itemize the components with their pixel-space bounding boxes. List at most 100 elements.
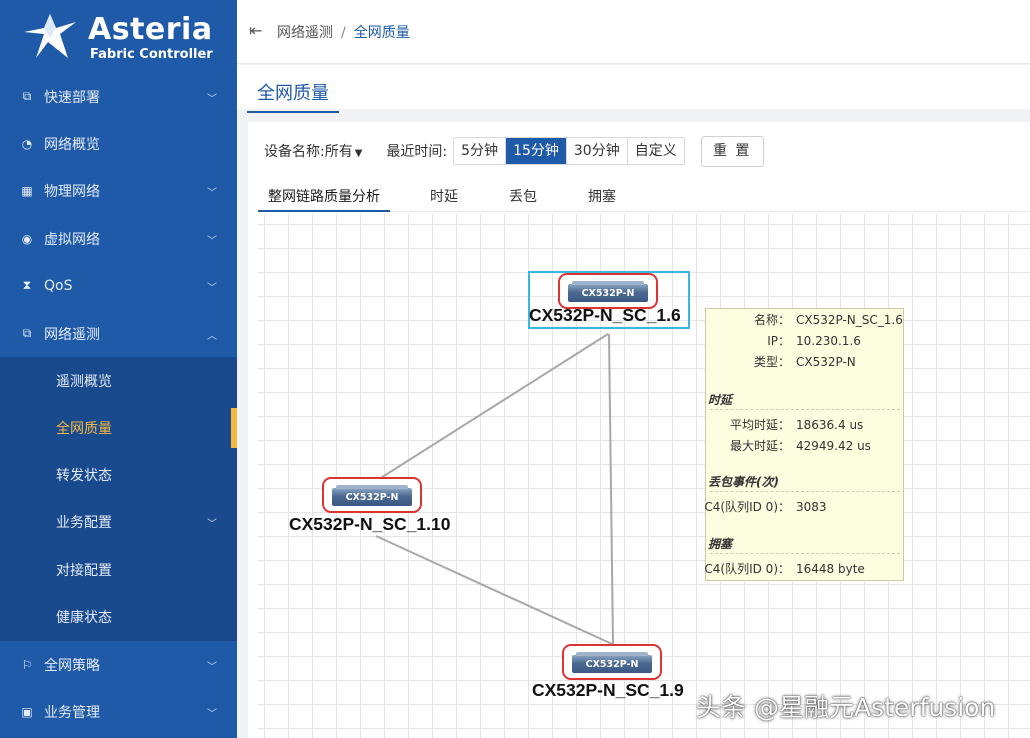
page-title: 全网质量: [247, 79, 339, 113]
chevron-down-icon: ﹀: [207, 519, 217, 530]
link-1-6-to-1-9[interactable]: [608, 333, 614, 645]
time-option-5min[interactable]: 5分钟: [454, 138, 506, 164]
device-filter-label: 设备名称:所有: [264, 144, 353, 160]
hourglass-icon: ⧗: [22, 278, 32, 292]
analysis-tabs: 整网链路质量分析 时延 丢包 拥塞: [258, 180, 1030, 212]
tab-congestion[interactable]: 拥塞: [588, 186, 616, 212]
breadcrumb-separator: /: [341, 25, 346, 41]
submenu-item-network-quality[interactable]: 全网质量: [0, 404, 237, 451]
tooltip-key: IP：: [767, 334, 790, 348]
time-range-selector: 5分钟 15分钟 30分钟 自定义: [453, 137, 685, 165]
top-header: ⇤ 网络遥测 / 全网质量: [237, 0, 1030, 64]
sidebar-item-service-management[interactable]: ▣ 业务管理 ﹀: [0, 688, 237, 735]
sidebar-item-label: 网络遥测: [44, 326, 100, 343]
sidebar-item-physical-network[interactable]: ▦ 物理网络 ﹀: [0, 167, 237, 214]
brand-subtitle: Fabric Controller: [90, 47, 213, 62]
tooltip-key: 最大时延：: [729, 439, 790, 453]
sidebar-item-label: 全网策略: [44, 657, 100, 674]
submenu-item-forwarding-status[interactable]: 转发状态: [0, 451, 237, 498]
watermark-text: 头条 @星融元Asterfusion: [696, 693, 996, 722]
telemetry-submenu: 遥测概览 全网质量 转发状态 业务配置 ﹀ 对接配置 健康状态: [0, 357, 237, 641]
sidebar-item-qos[interactable]: ⧗ QoS ﹀: [0, 262, 237, 309]
sidebar-item-quick-deploy[interactable]: ⧉ 快速部署 ﹀: [0, 73, 237, 120]
tooltip-value: CX532P-N: [796, 355, 856, 369]
device-filter-dropdown[interactable]: 设备名称:所有 ▼: [264, 141, 362, 161]
tooltip-value: 10.230.1.6: [796, 334, 861, 348]
submenu-item-label: 转发状态: [56, 467, 112, 484]
title-strip: 全网质量: [237, 65, 1030, 113]
filter-bar: 设备名称:所有 ▼ 最近时间: 5分钟 15分钟 30分钟 自定义 重 置: [264, 135, 764, 167]
menu-fold-icon[interactable]: ⇤: [249, 22, 267, 40]
time-range-label: 最近时间:: [386, 144, 448, 160]
asteria-logo-icon: [24, 14, 76, 58]
sidebar-item-telemetry[interactable]: ⧉ 网络遥测 ︿: [0, 310, 237, 357]
tooltip-value: 42949.42 us: [796, 439, 871, 453]
node-tooltip: 名称： CX532P-N_SC_1.6 IP： 10.230.1.6 类型： C…: [704, 308, 904, 581]
flag-icon: ⚐: [21, 657, 33, 672]
tab-packet-loss[interactable]: 丢包: [509, 186, 537, 212]
submenu-item-label: 对接配置: [56, 562, 112, 579]
tab-latency[interactable]: 时延: [430, 186, 458, 212]
submenu-item-label: 健康状态: [56, 609, 112, 626]
tab-link-quality[interactable]: 整网链路质量分析: [258, 186, 390, 212]
tooltip-key: 平均时延：: [729, 418, 790, 432]
sidebar-item-network-overview[interactable]: ◔ 网络概览: [0, 120, 237, 167]
switch-icon: CX532P-N: [568, 281, 648, 302]
caret-down-icon: ▼: [354, 148, 363, 159]
sidebar: Asteria Fabric Controller ⧉ 快速部署 ﹀ ◔ 网络概…: [0, 0, 237, 738]
telemetry-icon: ⧉: [22, 326, 32, 340]
tooltip-value: 18636.4 us: [796, 418, 864, 432]
active-indicator: [231, 408, 237, 448]
time-option-30min[interactable]: 30分钟: [565, 138, 627, 164]
eye-icon: ◉: [21, 231, 33, 246]
submenu-item-health-status[interactable]: 健康状态: [0, 593, 237, 640]
tooltip-ip-row: IP： 10.230.1.6: [706, 332, 903, 350]
tooltip-section-drop: 丢包事件(次): [708, 475, 779, 489]
link-1-6-to-1-10[interactable]: [367, 333, 609, 487]
sidebar-item-label: 快速部署: [44, 89, 100, 106]
tooltip-value: 16448 byte: [796, 562, 865, 576]
breadcrumb-item-telemetry[interactable]: 网络遥测: [277, 25, 333, 41]
sidebar-item-label: 物理网络: [44, 183, 100, 200]
tooltip-drop-row: C4(队列ID 0)： 3083: [704, 498, 903, 516]
submenu-item-label: 全网质量: [56, 420, 112, 437]
switch-icon-frame: CX532P-N: [322, 477, 422, 513]
main-panel: 设备名称:所有 ▼ 最近时间: 5分钟 15分钟 30分钟 自定义 重 置 整网链…: [248, 122, 1030, 738]
tooltip-name-row: 名称： CX532P-N_SC_1.6: [706, 311, 903, 329]
chevron-down-icon: ﹀: [207, 94, 217, 105]
submenu-item-service-config[interactable]: 业务配置 ﹀: [0, 498, 237, 545]
submenu-item-label: 业务配置: [56, 514, 112, 531]
node-label: CX532P-N_SC_1.6: [529, 305, 681, 325]
chevron-up-icon: ︿: [207, 331, 217, 342]
switch-icon: CX532P-N: [332, 485, 412, 506]
tooltip-key: 类型：: [753, 355, 790, 369]
chevron-down-icon: ﹀: [207, 283, 217, 294]
tooltip-avg-latency-row: 平均时延： 18636.4 us: [706, 416, 903, 434]
brand-name: Asteria: [88, 12, 213, 47]
sidebar-item-global-policy[interactable]: ⚐ 全网策略 ﹀: [0, 641, 237, 688]
sidebar-item-label: 虚拟网络: [44, 231, 100, 248]
chevron-down-icon: ﹀: [207, 662, 217, 673]
tooltip-max-latency-row: 最大时延： 42949.42 us: [706, 437, 903, 455]
node-label: CX532P-N_SC_1.9: [532, 680, 684, 700]
topology-canvas[interactable]: CX532P-N CX532P-N_SC_1.6 CX532P-N CX532P…: [258, 214, 1030, 738]
node-label: CX532P-N_SC_1.10: [289, 514, 451, 534]
tooltip-key: 名称：: [753, 313, 790, 327]
tooltip-value: 3083: [796, 500, 827, 514]
switch-icon: CX532P-N: [572, 652, 652, 673]
tooltip-value: CX532P-N_SC_1.6: [796, 313, 903, 327]
sidebar-item-virtual-network[interactable]: ◉ 虚拟网络 ﹀: [0, 215, 237, 262]
time-option-custom[interactable]: 自定义: [626, 138, 684, 164]
reset-button[interactable]: 重 置: [700, 135, 764, 167]
breadcrumb: 网络遥测 / 全网质量: [277, 22, 410, 42]
submenu-item-telemetry-overview[interactable]: 遥测概览: [0, 357, 237, 404]
chevron-down-icon: ﹀: [207, 188, 217, 199]
switch-icon-frame: CX532P-N: [558, 273, 658, 309]
submenu-item-integration-config[interactable]: 对接配置: [0, 546, 237, 593]
link-1-10-to-1-9[interactable]: [375, 535, 613, 645]
brand-logo[interactable]: Asteria Fabric Controller: [0, 0, 237, 76]
time-option-15min[interactable]: 15分钟: [505, 138, 566, 164]
square-icon: ▣: [21, 704, 33, 719]
tooltip-section-latency: 时延: [708, 393, 733, 407]
tooltip-section-congestion: 拥塞: [708, 537, 733, 551]
